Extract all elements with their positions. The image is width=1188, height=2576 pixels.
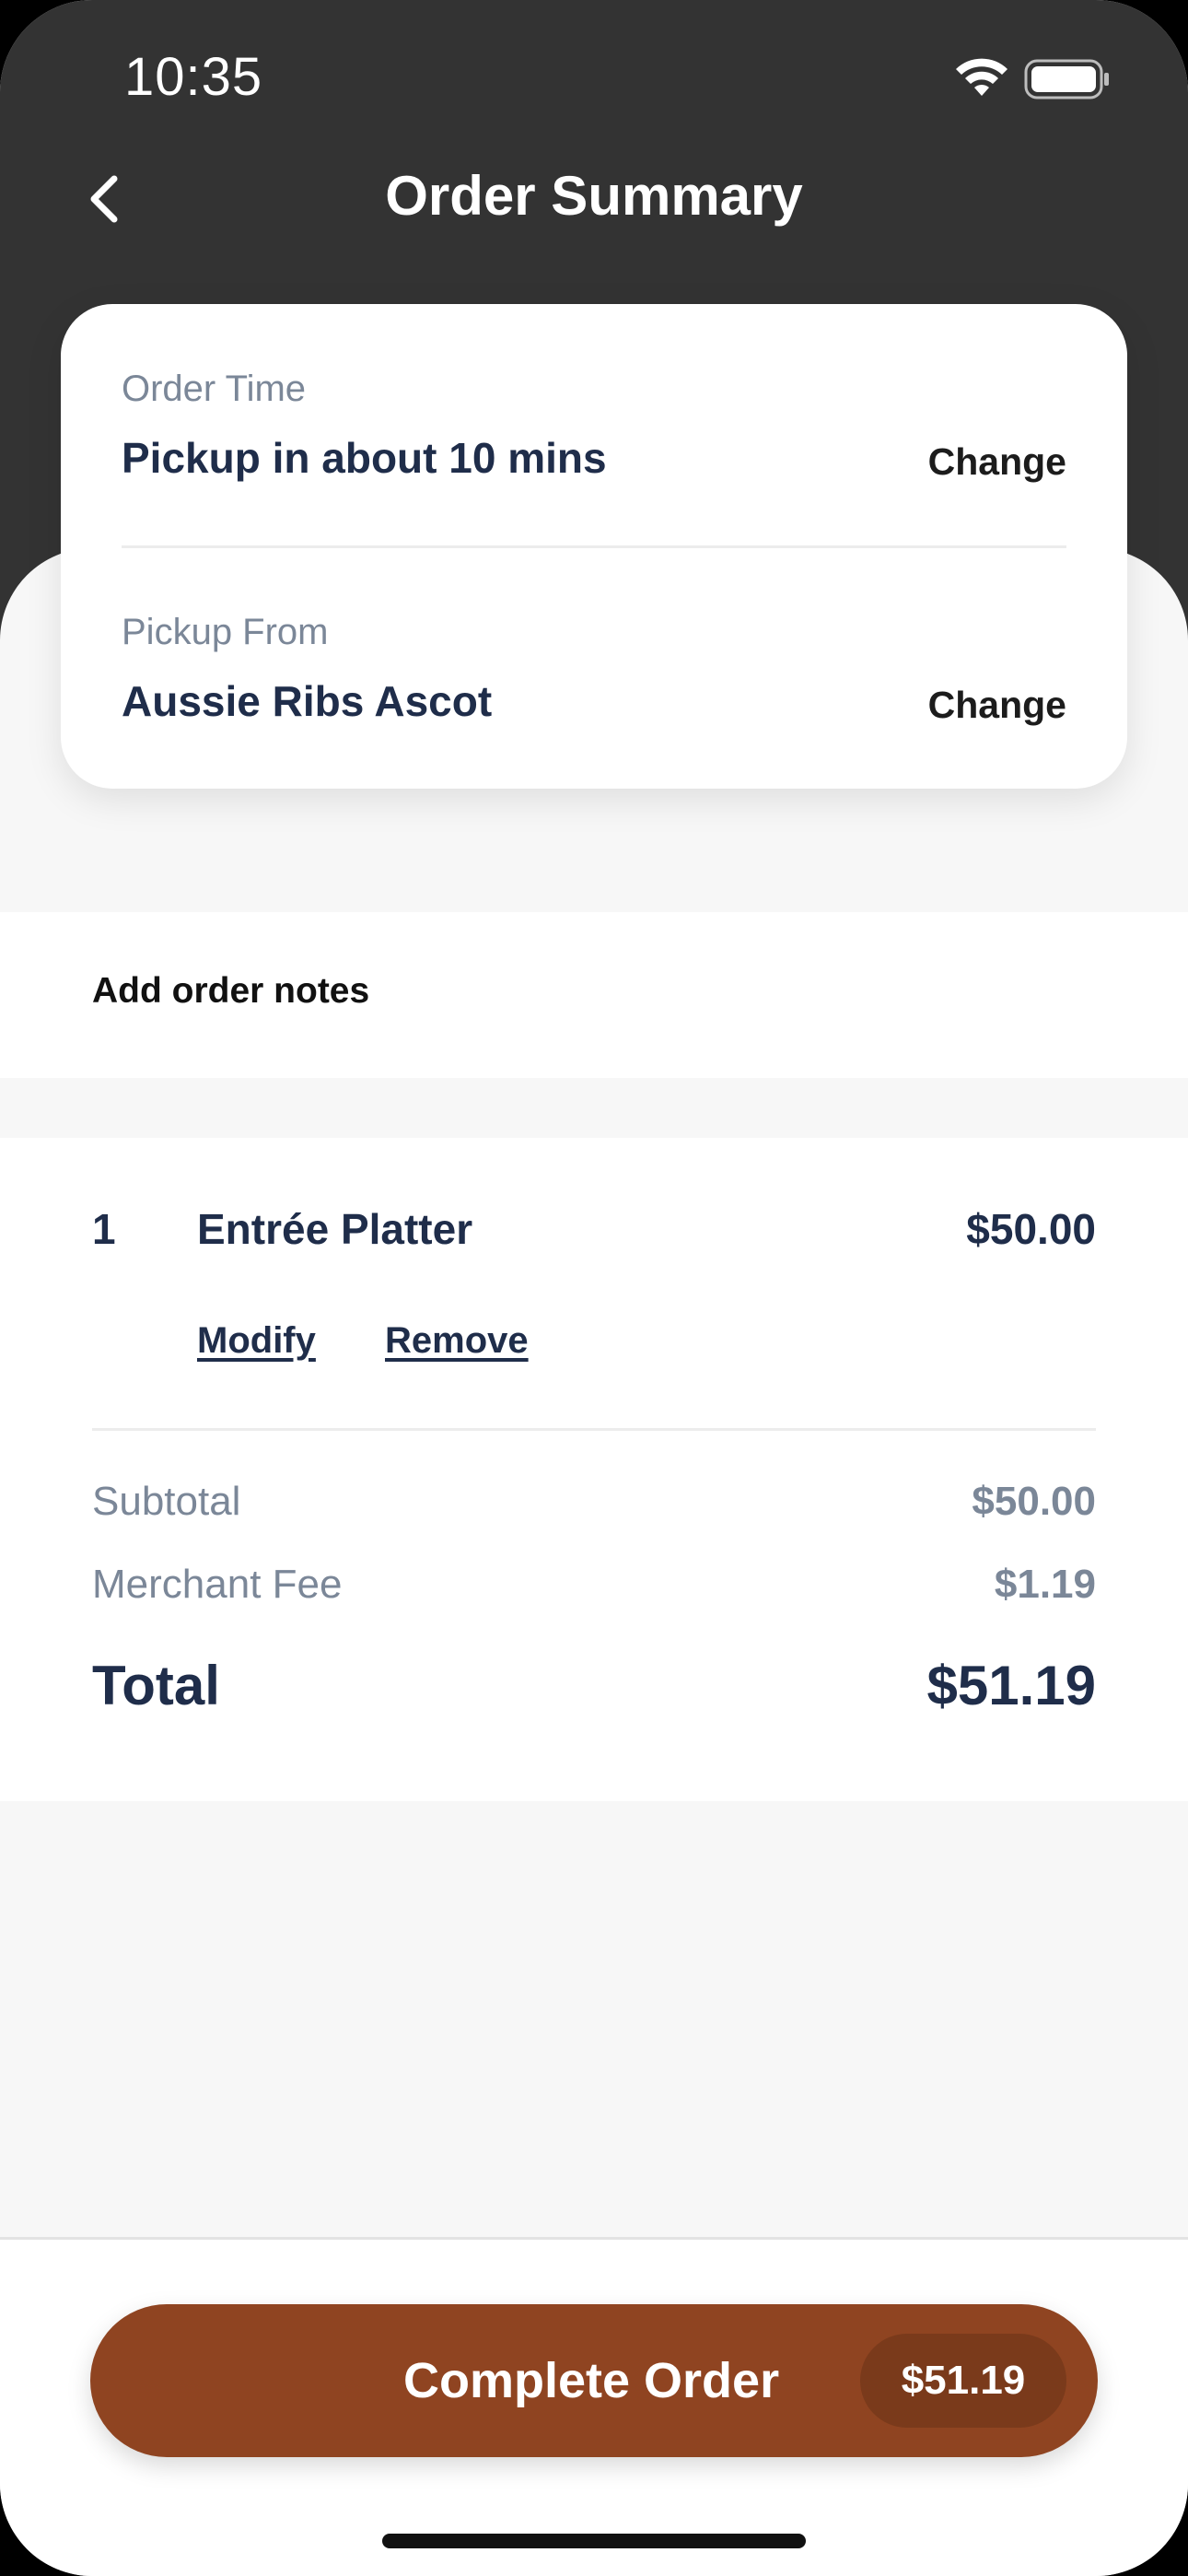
modify-item-button[interactable]: Modify <box>197 1320 316 1362</box>
order-time-label: Order Time <box>122 369 307 409</box>
total-label: Total <box>92 1655 220 1716</box>
merchant-fee-label: Merchant Fee <box>92 1562 343 1607</box>
checkout-footer: Complete Order $51.19 <box>0 2237 1188 2576</box>
pickup-from-label: Pickup From <box>122 612 329 652</box>
item-name: Entrée Platter <box>197 1205 473 1253</box>
home-indicator[interactable] <box>382 2534 806 2548</box>
battery-icon <box>1024 59 1109 100</box>
page-title: Order Summary <box>385 165 803 227</box>
total-value: $51.19 <box>926 1655 1096 1716</box>
pickup-location-value: Aussie Ribs Ascot <box>122 677 493 725</box>
order-time-value: Pickup in about 10 mins <box>122 434 607 482</box>
order-total-pill: $51.19 <box>860 2334 1066 2428</box>
change-order-time-button[interactable]: Change <box>928 440 1066 484</box>
order-details-card: Order Time Pickup in about 10 mins Chang… <box>61 304 1127 789</box>
item-quantity: 1 <box>92 1205 116 1253</box>
phone-screen: 10:35 Order Summary Order Time Pickup in… <box>0 0 1188 2576</box>
remove-item-button[interactable]: Remove <box>385 1320 529 1362</box>
wifi-icon <box>956 58 1007 96</box>
change-pickup-location-button[interactable]: Change <box>928 684 1066 727</box>
order-items-panel: 1 Entrée Platter $50.00 Modify Remove Su… <box>0 1138 1188 1801</box>
complete-order-button[interactable]: Complete Order $51.19 <box>90 2304 1098 2457</box>
items-divider <box>92 1428 1096 1431</box>
status-time: 10:35 <box>124 47 263 107</box>
subtotal-value: $50.00 <box>972 1479 1096 1524</box>
subtotal-label: Subtotal <box>92 1479 241 1524</box>
merchant-fee-value: $1.19 <box>994 1562 1096 1607</box>
item-price: $50.00 <box>966 1205 1096 1253</box>
complete-order-label: Complete Order <box>403 2353 780 2408</box>
order-notes-row[interactable]: Add order notes <box>0 912 1188 1078</box>
add-order-notes-label[interactable]: Add order notes <box>92 971 369 1012</box>
card-divider <box>122 545 1066 548</box>
